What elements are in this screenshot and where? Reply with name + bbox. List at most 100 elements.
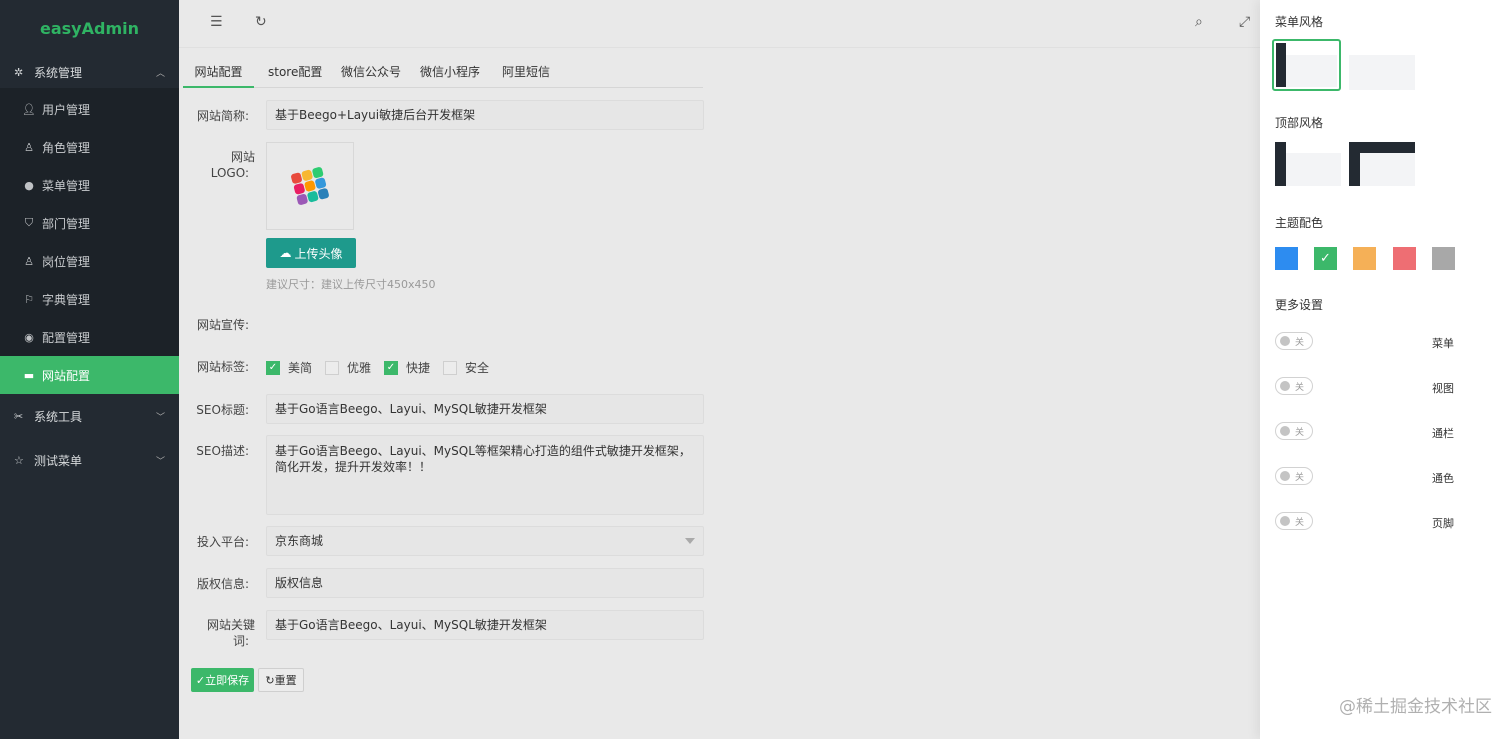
sidebar-item-site-config[interactable]: ▬ 网站配置: [0, 356, 179, 394]
tag-checkbox-elegant[interactable]: 优雅: [325, 359, 371, 376]
top-style-option-2[interactable]: [1349, 142, 1415, 186]
search-icon[interactable]: ⌕: [1195, 14, 1203, 30]
logo-label-line1: 网站: [230, 150, 255, 164]
config-tabs: 网站配置 store配置 微信公众号 微信小程序 阿里短信: [183, 56, 703, 88]
toggle-full-color[interactable]: 关: [1275, 467, 1313, 485]
refresh-icon[interactable]: ↻: [255, 14, 267, 30]
sidebar-item-label: 配置管理: [42, 330, 91, 345]
toggle-knob: [1280, 336, 1290, 346]
seo-title-label: SEO标题:: [196, 403, 249, 417]
menu-dot-icon: ●: [24, 178, 34, 192]
logo-label-line2: LOGO:: [210, 166, 249, 180]
sidebar-item-posts[interactable]: ♙ 岗位管理: [0, 242, 179, 280]
flag-icon: ⚐: [24, 292, 34, 306]
reset-button-label: 重置: [274, 674, 297, 687]
platform-selected-value: 京东商城: [275, 534, 324, 548]
site-name-input[interactable]: 基于Beego+Layui敏捷后台开发框架: [266, 100, 704, 130]
tab-wechat-official[interactable]: 微信公众号: [341, 56, 401, 88]
tab-wechat-miniprogram[interactable]: 微信小程序: [420, 56, 480, 88]
color-swatch-gray[interactable]: [1432, 247, 1455, 270]
sidebar-item-roles[interactable]: ♙ 角色管理: [0, 128, 179, 166]
color-swatch-red[interactable]: [1393, 247, 1416, 270]
toggle-view[interactable]: 关: [1275, 377, 1313, 395]
menu-style-dark-option[interactable]: [1272, 39, 1341, 91]
post-icon: ♙: [24, 254, 34, 268]
refresh-icon: ↻: [265, 673, 275, 687]
upload-avatar-button[interactable]: ☁ 上传头像: [266, 238, 356, 268]
sidebar-item-label: 网站配置: [42, 368, 91, 383]
menu-group-tools[interactable]: ✂ 系统工具 ﹀: [0, 394, 179, 438]
tag-checkbox-secure[interactable]: 安全: [443, 359, 489, 376]
checkbox-label: 美简: [288, 361, 313, 375]
sidebar-item-label: 角色管理: [42, 140, 91, 155]
toggle-footer[interactable]: 关: [1275, 512, 1313, 530]
sidebar-item-users[interactable]: 👤︎ 用户管理: [0, 90, 179, 128]
checkbox-checked-icon: ✓: [266, 360, 280, 375]
sidebar-item-configs[interactable]: ◉ 配置管理: [0, 318, 179, 356]
upload-avatar-label: 上传头像: [294, 246, 343, 261]
site-name-label: 网站简称:: [196, 109, 249, 123]
menu-group-label: 系统工具: [34, 409, 83, 424]
sidebar-item-dicts[interactable]: ⚐ 字典管理: [0, 280, 179, 318]
check-icon: ✓: [195, 673, 206, 687]
toggle-knob: [1280, 381, 1290, 391]
tag-checkbox-fast[interactable]: ✓ 快捷: [384, 359, 430, 376]
reset-button[interactable]: ↻ 重置: [258, 668, 304, 692]
sidebar-item-label: 用户管理: [42, 102, 91, 117]
tab-site-config[interactable]: 网站配置: [183, 56, 254, 88]
color-swatch-orange[interactable]: [1353, 247, 1376, 270]
toggle-knob: [1280, 426, 1290, 436]
tab-aliyun-sms[interactable]: 阿里短信: [502, 56, 550, 88]
copyright-label: 版权信息:: [196, 577, 249, 591]
chevron-down-icon: ﹀: [155, 456, 165, 467]
seo-desc-textarea[interactable]: 基于Go语言Beego、Layui、MySQL等框架精心打造的组件式敏捷开发框架…: [266, 435, 704, 515]
toggle-knob: [1280, 516, 1290, 526]
platform-select[interactable]: 京东商城: [266, 526, 704, 556]
theme-color-title: 主题配色: [1275, 216, 1324, 230]
tab-store-config[interactable]: store配置: [268, 56, 322, 88]
chevron-up-icon: ︿: [155, 68, 165, 79]
config-icon: ◉: [24, 330, 34, 344]
menu-group-system[interactable]: ✲ 系统管理 ︿: [0, 56, 179, 88]
toggle-view-label: 视图: [1432, 382, 1454, 395]
seo-title-input[interactable]: 基于Go语言Beego、Layui、MySQL敏捷开发框架: [266, 394, 704, 424]
logo-preview: [266, 142, 354, 230]
copyright-input[interactable]: 版权信息: [266, 568, 704, 598]
sidebar-item-label: 岗位管理: [42, 254, 91, 269]
size-hint: 建议尺寸：建议上传尺寸450x450: [266, 278, 436, 291]
toggle-state-label: 关: [1295, 517, 1305, 528]
chevron-down-icon: ﹀: [155, 412, 165, 423]
menu-style-light-option[interactable]: [1349, 42, 1415, 90]
user-icon: 👤︎: [22, 102, 36, 116]
cloud-upload-icon: ☁: [279, 246, 292, 260]
more-settings-title: 更多设置: [1275, 298, 1324, 312]
toggle-state-label: 关: [1295, 427, 1305, 438]
gear-icon: ✲: [14, 65, 24, 79]
collapse-menu-icon[interactable]: ☰: [210, 14, 223, 30]
toggle-menu[interactable]: 关: [1275, 332, 1313, 350]
toggle-full-bar[interactable]: 关: [1275, 422, 1313, 440]
checkbox-checked-icon: ✓: [384, 360, 398, 375]
fullscreen-icon[interactable]: ⤢: [1239, 14, 1250, 30]
color-swatch-green[interactable]: ✓: [1314, 247, 1337, 270]
app-logo[interactable]: easyAdmin: [0, 0, 179, 56]
menu-group-label: 系统管理: [34, 65, 83, 80]
tag-checkbox-simple[interactable]: ✓ 美简: [266, 359, 312, 376]
save-button[interactable]: ✓ 立即保存: [191, 668, 254, 692]
sidebar-item-label: 菜单管理: [42, 178, 91, 193]
keywords-label-line1: 网站关键: [206, 618, 255, 632]
color-swatch-blue[interactable]: [1275, 247, 1298, 270]
menu-group-test[interactable]: ☆ 测试菜单 ﹀: [0, 438, 179, 482]
sidebar-item-departments[interactable]: ⛉ 部门管理: [0, 204, 179, 242]
sidebar-item-menus[interactable]: ● 菜单管理: [0, 166, 179, 204]
top-style-option-1[interactable]: [1275, 142, 1341, 186]
site-tags-label: 网站标签:: [196, 360, 249, 374]
site-promo-label: 网站宣传:: [196, 318, 249, 332]
top-style-title: 顶部风格: [1275, 116, 1324, 130]
role-icon: ♙: [24, 140, 34, 154]
keywords-input[interactable]: 基于Go语言Beego、Layui、MySQL敏捷开发框架: [266, 610, 704, 640]
rubiks-cube-logo: [291, 167, 329, 205]
sidebar-item-label: 部门管理: [42, 216, 91, 231]
platform-label: 投入平台:: [196, 535, 249, 549]
site-icon: ▬: [23, 368, 35, 382]
